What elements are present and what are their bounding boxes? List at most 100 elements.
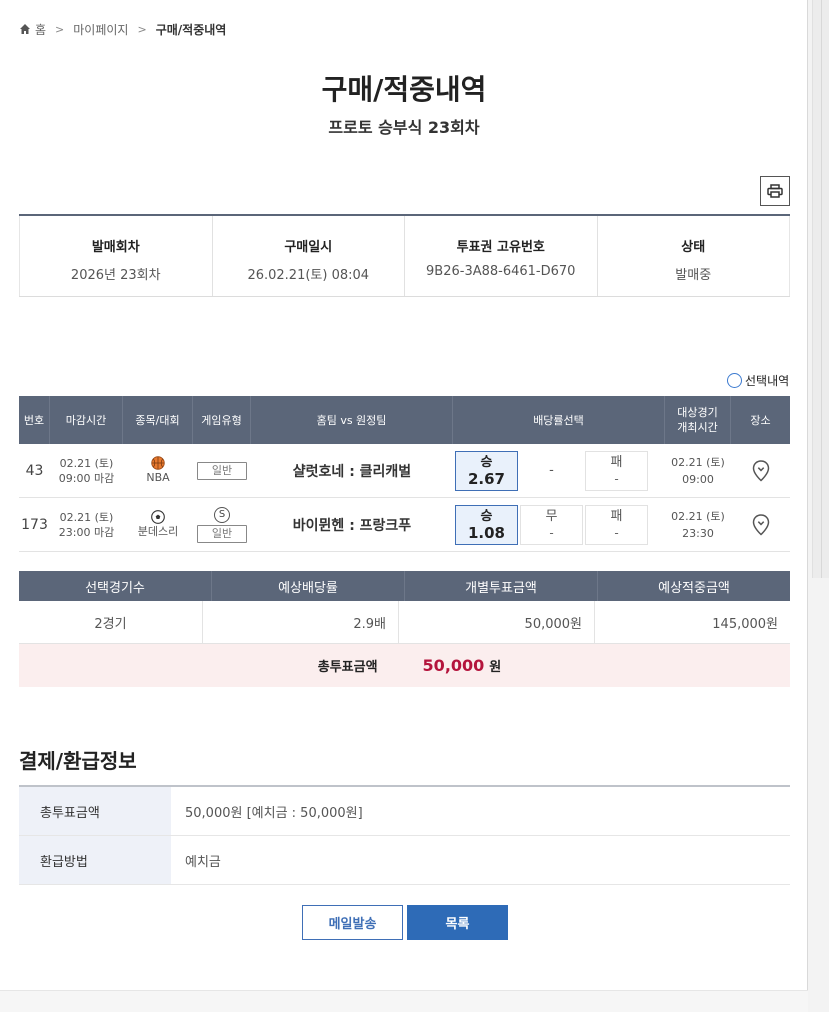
payment-label: 총투표금액: [19, 787, 171, 835]
send-email-button[interactable]: 메일발송: [302, 905, 403, 940]
info-round: 발매회차 2026년 23회차: [19, 216, 213, 296]
odds-lose[interactable]: 패 -: [585, 450, 648, 491]
footer-strip: [0, 990, 808, 1012]
soccer-ball-icon: [151, 510, 165, 524]
odds-lose[interactable]: 패 -: [585, 504, 648, 545]
payment-table: 총투표금액 50,000원 [예치금 : 50,000원] 환급방법 예치금: [19, 785, 790, 885]
game-type-badge: 일반: [197, 461, 247, 480]
selection-toggle[interactable]: 선택내역: [727, 372, 789, 389]
summary-count: 2경기: [19, 601, 203, 643]
print-button[interactable]: [760, 176, 790, 206]
total-amount: 50,000: [422, 656, 485, 675]
info-label: 상태: [681, 240, 706, 255]
odds-draw: -: [520, 451, 583, 491]
total-label: 총투표금액: [317, 660, 378, 675]
payment-label: 환급방법: [19, 836, 171, 884]
selection-toggle-label: 선택내역: [745, 374, 790, 388]
odds-draw[interactable]: 무 -: [520, 504, 583, 545]
odds-win[interactable]: 승 1.08: [455, 504, 518, 545]
summary-header: 선택경기수 예상배당률 개별투표금액 예상적중금액: [19, 571, 790, 601]
special-badge: S: [214, 506, 230, 523]
header-venue: 장소: [750, 413, 771, 427]
table-row: 43 02.21 (토) 09:00 마감 NBA 일반 샬럿호네 : 클리캐벌…: [19, 444, 790, 498]
header-teams: 홈팀 vs 원정팀: [251, 396, 453, 444]
breadcrumb-mypage[interactable]: 마이페이지: [73, 21, 128, 38]
checkbox-icon[interactable]: [727, 373, 742, 388]
odds-label: 패: [610, 508, 623, 524]
row-close-time: 02.21 (토) 23:00 마감: [50, 498, 123, 551]
row-close-time: 02.21 (토) 09:00 마감: [50, 444, 123, 497]
location-pin-icon[interactable]: [751, 513, 771, 537]
basketball-icon: [151, 456, 165, 470]
location-pin-icon[interactable]: [751, 459, 771, 483]
row-no: 173: [21, 516, 48, 533]
info-ticket-id: 투표권 고유번호 9B26-3A88-6461-D670: [405, 216, 598, 296]
info-label: 발매회차: [91, 240, 140, 255]
scrollbar-thumb[interactable]: [812, 0, 829, 578]
info-purchase-date: 구매일시 26.02.21(토) 08:04: [213, 216, 405, 296]
list-button[interactable]: 목록: [407, 905, 508, 940]
row-odds: 승 1.08 무 - 패 -: [453, 498, 665, 551]
header-game-type: 게임유형: [193, 396, 251, 444]
odds-label: 무: [545, 508, 558, 524]
row-venue: [731, 444, 790, 497]
summary-odds: 2.9배: [203, 601, 399, 643]
payment-value: 예치금: [185, 854, 221, 870]
row-teams: 바이뮌헨 : 프랑크푸: [292, 517, 412, 534]
header-sport: 종목/대회: [123, 396, 193, 444]
odds-value: -: [614, 525, 619, 540]
summary-header-odds: 예상배당률: [212, 571, 405, 601]
total-bar: 총투표금액 50,000 원: [19, 644, 790, 687]
row-sport: NBA: [123, 444, 193, 497]
league-name: 분데스리: [137, 525, 179, 538]
info-value: 2026년 23회차: [70, 268, 161, 283]
row-game-time: 02.21 (토) 23:30: [665, 498, 731, 551]
odds-label: -: [549, 462, 554, 478]
game-time: 09:00: [682, 472, 714, 486]
odds-value: 2.67: [467, 469, 505, 488]
payment-section-title: 결제/환급정보: [19, 749, 137, 773]
row-game-type: 일반: [193, 444, 251, 497]
odds-win[interactable]: 승 2.67: [455, 450, 518, 491]
total-unit: 원: [489, 660, 502, 675]
page-title: 구매/적중내역: [321, 73, 487, 106]
row-teams: 샬럿호네 : 클리캐벌: [292, 463, 412, 480]
summary-header-count: 선택경기수: [19, 571, 212, 601]
page: 홈 > 마이페이지 > 구매/적중내역 구매/적중내역 프로토 승부식 23회차…: [0, 0, 808, 1012]
info-value: 26.02.21(토) 08:04: [247, 268, 370, 283]
odds-value: -: [614, 471, 619, 486]
row-sport: 분데스리: [123, 498, 193, 551]
odds-value: -: [549, 525, 554, 540]
payment-row-total: 총투표금액 50,000원 [예치금 : 50,000원]: [19, 787, 790, 836]
info-value: 9B26-3A88-6461-D670: [426, 264, 576, 279]
summary-row: 2경기 2.9배 50,000원 145,000원: [19, 601, 790, 644]
home-icon[interactable]: [19, 23, 31, 35]
header-game-time: 대상경기 개최시간: [665, 396, 731, 444]
row-odds: 승 2.67 - 패 -: [453, 444, 665, 497]
breadcrumb-home[interactable]: 홈: [35, 21, 46, 38]
info-value: 발매중: [675, 268, 712, 283]
close-date: 02.21 (토): [59, 456, 114, 470]
game-date: 02.21 (토): [671, 509, 725, 523]
payment-value: 50,000원 [예치금 : 50,000원]: [185, 805, 363, 821]
header-odds: 배당률선택: [453, 396, 665, 444]
breadcrumb-current: 구매/적중내역: [155, 22, 227, 37]
chevron-right-icon: >: [55, 22, 65, 36]
game-date: 02.21 (토): [671, 455, 725, 469]
info-label: 투표권 고유번호: [456, 240, 545, 255]
header-no: 번호: [19, 396, 50, 444]
odds-value: 1.08: [467, 523, 505, 542]
game-type-badge: 일반: [197, 524, 247, 543]
info-label: 구매일시: [284, 240, 333, 255]
chevron-right-icon: >: [137, 22, 147, 36]
breadcrumb: 홈 > 마이페이지 > 구매/적중내역: [19, 20, 226, 38]
league-name: NBA: [146, 471, 170, 484]
table-row: 173 02.21 (토) 23:00 마감 분데스리 S 일반 바이뮌헨 : …: [19, 498, 790, 552]
row-game-type: S 일반: [193, 498, 251, 551]
header-close-time: 마감시간: [50, 396, 123, 444]
close-time: 23:00 마감: [58, 525, 115, 539]
summary-expected: 145,000원: [712, 616, 778, 632]
summary-stake: 50,000원: [399, 601, 595, 643]
odds-label: 승: [480, 454, 493, 470]
close-time: 09:00 마감: [58, 471, 115, 485]
